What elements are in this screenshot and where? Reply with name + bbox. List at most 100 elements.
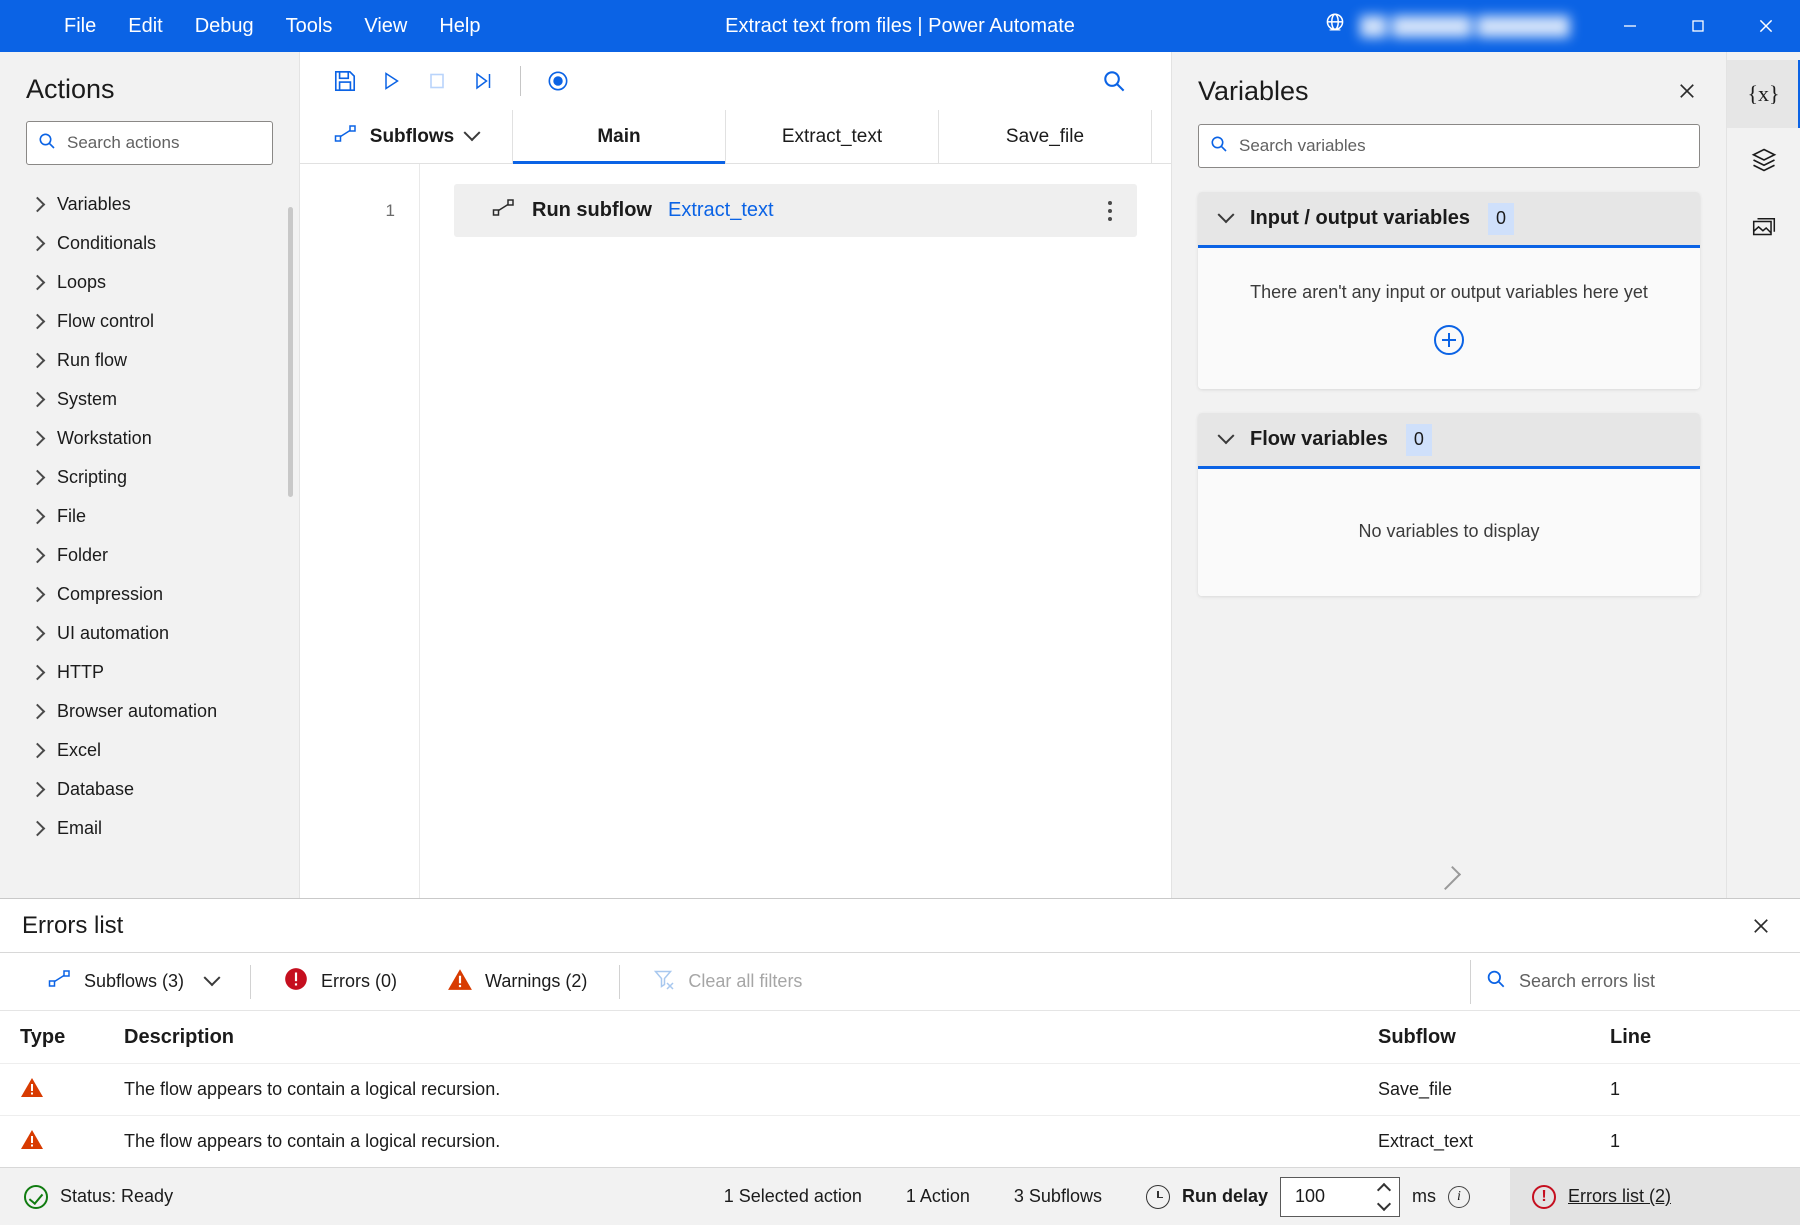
filter-warnings[interactable]: Warnings (2) [429, 962, 605, 1002]
run-delay-input[interactable] [1295, 1186, 1355, 1207]
column-header-description: Description [124, 1025, 235, 1048]
row-subflow: Extract_text [1378, 1131, 1474, 1151]
chevron-down-icon[interactable] [1376, 1196, 1392, 1211]
search-actions-input[interactable] [67, 133, 262, 153]
chevron-right-icon [29, 742, 46, 759]
action-group-label: Flow control [57, 311, 155, 331]
resize-grip[interactable] [1436, 865, 1462, 891]
status-indicator: Status: Ready [24, 1184, 173, 1209]
action-group-run-flow[interactable]: Run flow [0, 341, 299, 380]
filter-errors[interactable]: Errors (0) [265, 962, 415, 1002]
close-errors-panel-button[interactable] [1744, 909, 1778, 943]
close-variables-pane-button[interactable] [1670, 74, 1704, 108]
subflow-icon [48, 969, 72, 994]
chevron-down-icon [463, 123, 481, 141]
flow-variables-header[interactable]: Flow variables 0 [1198, 413, 1700, 469]
search-variables-box[interactable] [1198, 124, 1700, 168]
action-group-conditionals[interactable]: Conditionals [0, 224, 299, 263]
status-errors-link[interactable]: ! Errors list (2) [1510, 1167, 1800, 1225]
flow-canvas: 1 Run subflow Extract_text [300, 164, 1171, 898]
action-group-label: Excel [57, 740, 102, 760]
filter-subflows[interactable]: Subflows (3) [30, 962, 236, 1002]
minimize-button[interactable] [1596, 0, 1664, 52]
flow-action-row[interactable]: Run subflow Extract_text [454, 184, 1137, 237]
status-bar: Status: Ready 1 Selected action 1 Action… [0, 1167, 1800, 1225]
subflows-dropdown[interactable]: Subflows [300, 110, 513, 163]
action-group-workstation[interactable]: Workstation [0, 419, 299, 458]
menu-item-edit[interactable]: Edit [112, 0, 178, 52]
menu-item-debug[interactable]: Debug [179, 0, 270, 52]
ui-elements-rail-button[interactable] [1727, 128, 1800, 196]
chevron-right-icon [29, 235, 46, 252]
chevron-up-icon[interactable] [1376, 1182, 1392, 1197]
action-group-compression[interactable]: Compression [0, 575, 299, 614]
search-actions-box[interactable] [26, 121, 273, 165]
clear-all-filters-button[interactable]: Clear all filters [634, 962, 820, 1002]
menu-item-file[interactable]: File [48, 0, 112, 52]
search-errors-box[interactable] [1470, 959, 1790, 1004]
tab-label: Save_file [1005, 125, 1085, 147]
warning-icon [20, 1078, 44, 1102]
action-group-email[interactable]: Email [0, 809, 299, 848]
more-options-icon[interactable] [1097, 194, 1123, 228]
action-group-label: Run flow [57, 350, 128, 370]
row-description: The flow appears to contain a logical re… [124, 1079, 501, 1099]
chevron-right-icon [29, 274, 46, 291]
table-row[interactable]: The flow appears to contain a logical re… [0, 1115, 1800, 1167]
action-group-database[interactable]: Database [0, 770, 299, 809]
table-row[interactable]: The flow appears to contain a logical re… [0, 1063, 1800, 1115]
menu-item-help[interactable]: Help [423, 0, 496, 52]
images-rail-button[interactable] [1727, 196, 1800, 264]
variables-pane-title: Variables [1198, 75, 1309, 106]
variables-rail-button[interactable]: {x} [1726, 60, 1800, 128]
stop-button[interactable] [414, 60, 460, 102]
account-area[interactable]: ██ ██████ ███████ [1322, 11, 1570, 42]
actions-pane-title: Actions [26, 74, 115, 104]
action-group-scripting[interactable]: Scripting [0, 458, 299, 497]
toolbar-search-button[interactable] [1091, 60, 1137, 102]
stepper-arrows[interactable] [1376, 1178, 1392, 1216]
flow-action-list: Run subflow Extract_text [420, 164, 1171, 898]
action-group-label: Conditionals [57, 233, 157, 253]
image-icon [1750, 215, 1778, 246]
recorder-button[interactable] [535, 60, 581, 102]
action-group-http[interactable]: HTTP [0, 653, 299, 692]
save-button[interactable] [322, 60, 368, 102]
run-delay-stepper[interactable] [1280, 1176, 1400, 1217]
line-number: 1 [385, 201, 395, 220]
close-button[interactable] [1732, 0, 1800, 52]
action-group-browser-automation[interactable]: Browser automation [0, 692, 299, 731]
tab-save-file[interactable]: Save_file [939, 110, 1152, 163]
flow-action-argument[interactable]: Extract_text [668, 199, 774, 222]
tab-main[interactable]: Main [513, 110, 726, 164]
action-group-folder[interactable]: Folder [0, 536, 299, 575]
run-next-action-button[interactable] [460, 60, 506, 102]
action-group-label: Database [57, 779, 135, 799]
tab-extract-text[interactable]: Extract_text [726, 110, 939, 163]
chevron-right-icon [29, 547, 46, 564]
menu-item-view[interactable]: View [348, 0, 423, 52]
add-icon[interactable] [1434, 325, 1464, 355]
section-count-badge: 0 [1405, 423, 1432, 456]
action-group-ui-automation[interactable]: UI automation [0, 614, 299, 653]
flow-action-label: Run subflow [532, 199, 652, 221]
actions-scrollbar[interactable] [288, 207, 293, 497]
action-group-excel[interactable]: Excel [0, 731, 299, 770]
chevron-right-icon [29, 313, 46, 330]
maximize-button[interactable] [1664, 0, 1732, 52]
action-group-label: Compression [57, 584, 164, 604]
flow-variables-card: Flow variables 0 No variables to display [1198, 413, 1700, 596]
search-errors-input[interactable] [1519, 971, 1776, 992]
search-variables-input[interactable] [1239, 136, 1689, 156]
action-group-system[interactable]: System [0, 380, 299, 419]
run-button[interactable] [368, 60, 414, 102]
action-group-file[interactable]: File [0, 497, 299, 536]
action-group-loops[interactable]: Loops [0, 263, 299, 302]
input-output-variables-header[interactable]: Input / output variables 0 [1198, 192, 1700, 248]
action-group-variables[interactable]: Variables [0, 185, 299, 224]
subflow-icon [492, 198, 516, 223]
info-icon[interactable]: i [1448, 1185, 1470, 1208]
actions-pane: Actions Variables Conditionals [0, 52, 300, 898]
action-group-flow-control[interactable]: Flow control [0, 302, 299, 341]
menu-item-tools[interactable]: Tools [270, 0, 349, 52]
